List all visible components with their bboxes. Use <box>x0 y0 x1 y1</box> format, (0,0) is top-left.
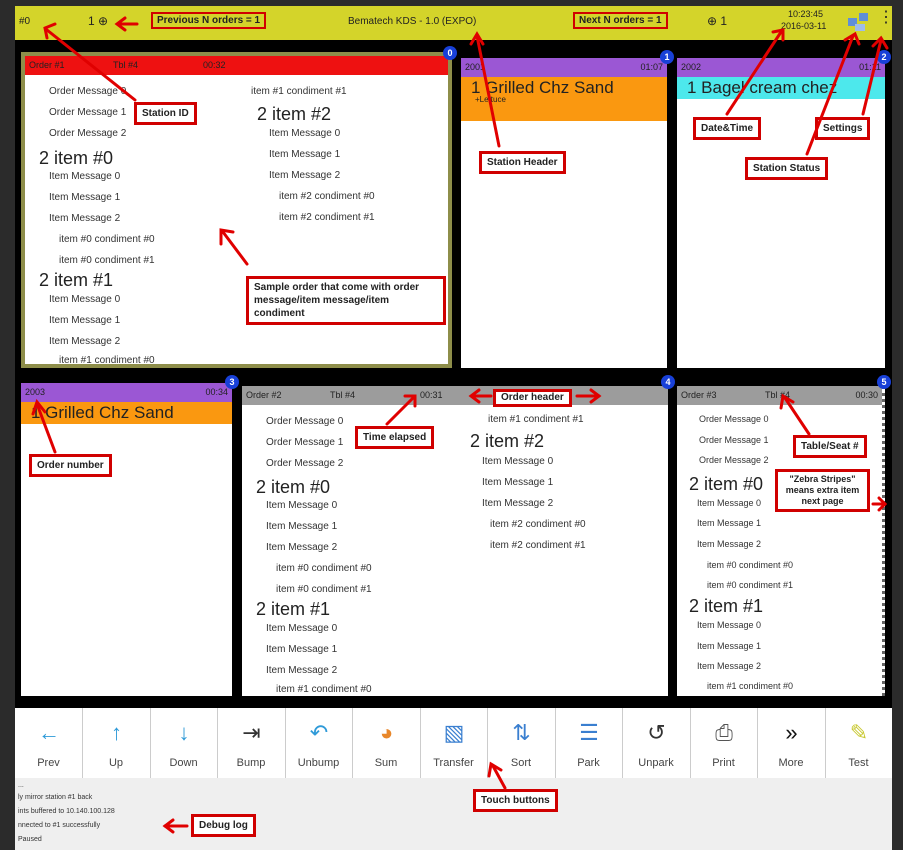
arrow-line <box>805 34 855 156</box>
arrow-line <box>475 34 501 148</box>
arrow-line <box>861 38 883 116</box>
arrow-line <box>221 230 249 266</box>
arrow-line <box>725 30 783 116</box>
arrow-line <box>45 28 137 102</box>
arrow-line <box>385 396 415 426</box>
kds-screen: #0 1 ⊕ Previous N orders = 1 Bematech KD… <box>15 6 892 850</box>
annotation-arrows <box>31 16 889 834</box>
arrow-line <box>783 396 811 436</box>
kds-screenshot: #0 1 ⊕ Previous N orders = 1 Bematech KD… <box>0 0 903 850</box>
